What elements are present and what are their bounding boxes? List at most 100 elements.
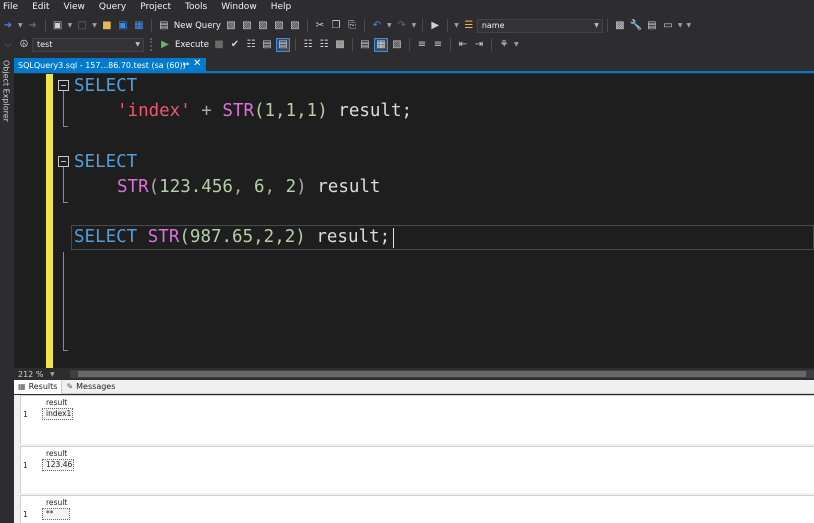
live-query-stats-icon[interactable]: ☷ xyxy=(317,38,331,52)
intellisense-toggle-icon[interactable]: ▤ xyxy=(276,37,290,52)
estimated-plan-icon[interactable]: ☷ xyxy=(244,38,258,52)
chevron-down-icon[interactable]: ▼ xyxy=(135,41,140,48)
undo-dropdown-icon[interactable]: ▼ xyxy=(387,22,392,29)
forward-icon[interactable]: ➜ xyxy=(26,19,40,33)
function-str: STR xyxy=(147,227,180,247)
column-header[interactable]: result xyxy=(46,498,67,507)
tab-results[interactable]: ▦ Results xyxy=(14,379,63,394)
registered-servers-icon[interactable]: ▩ xyxy=(613,19,627,33)
add-item-icon[interactable]: □ xyxy=(75,19,89,33)
properties-wrench-icon[interactable]: 🔧 xyxy=(629,19,643,33)
toolbar-overflow-icon[interactable]: ▼ xyxy=(514,41,519,48)
database-engine-query-icon[interactable]: ▧ xyxy=(224,19,238,33)
object-explorer-tab[interactable]: Object Explorer xyxy=(0,58,12,122)
include-actual-plan-icon[interactable]: ☷ xyxy=(301,38,315,52)
result-grid-2[interactable]: result 1 123.46 xyxy=(20,446,814,493)
zoom-dropdown-icon[interactable]: ▼ xyxy=(50,371,55,378)
result-grid-3[interactable]: result 1 ** xyxy=(20,495,814,523)
results-to-text-icon[interactable]: ▤ xyxy=(358,38,372,52)
tab-messages[interactable]: ✎ Messages xyxy=(62,380,119,394)
toolbar-separator xyxy=(422,19,424,32)
uncomment-lines-icon[interactable]: ≡ xyxy=(431,38,445,52)
collapse-toggle-icon[interactable] xyxy=(58,80,69,91)
close-icon[interactable]: ✕ xyxy=(193,58,201,69)
analysis-xmla-query-icon[interactable]: ▨ xyxy=(272,19,286,33)
solution-config-dropdown-icon[interactable]: ▼ xyxy=(454,22,459,29)
toolbar-separator xyxy=(409,38,410,51)
results-to-grid-icon[interactable]: ▦ xyxy=(374,37,388,52)
analysis-mdx-query-icon[interactable]: ▨ xyxy=(240,19,254,33)
toolbar-overflow-icon[interactable]: ▼ xyxy=(686,22,691,29)
scrollbar-thumb[interactable] xyxy=(78,371,806,377)
function-str: STR xyxy=(117,177,149,197)
specify-template-values-icon[interactable]: ⚘ xyxy=(497,38,511,52)
redo-icon[interactable]: ↷ xyxy=(395,19,409,33)
collapse-toggle-icon[interactable] xyxy=(58,156,69,167)
cut-icon[interactable]: ✂ xyxy=(313,19,327,33)
results-pane: result 1 index1 result 1 123.46 result 1… xyxy=(14,395,814,523)
pin-icon[interactable]: ⚬ xyxy=(181,60,188,69)
window-layout-icon[interactable]: ▭ xyxy=(661,19,675,33)
find-combo[interactable]: name ▼ xyxy=(476,18,603,33)
menu-help[interactable]: Help xyxy=(264,0,299,15)
menu-file[interactable]: File xyxy=(0,0,25,15)
comment-lines-icon[interactable]: ≡ xyxy=(415,38,429,52)
layout-dropdown-icon[interactable]: ▼ xyxy=(678,22,683,29)
result-grid-1[interactable]: result 1 index1 xyxy=(20,395,814,444)
available-databases-combo[interactable]: test ▼ xyxy=(32,37,144,52)
menu-window[interactable]: Window xyxy=(214,0,264,15)
menu-tools[interactable]: Tools xyxy=(178,0,214,15)
results-to-file-icon[interactable]: ▧ xyxy=(390,38,404,52)
toolbar-separator xyxy=(450,38,451,51)
new-query-icon[interactable]: ▤ xyxy=(157,19,171,33)
paste-icon[interactable]: ⎘ xyxy=(345,19,359,33)
menu-project[interactable]: Project xyxy=(133,0,178,15)
function-args: (1,1,1) xyxy=(253,101,328,121)
execute-button[interactable]: Execute xyxy=(175,40,209,50)
new-query-button[interactable]: New Query xyxy=(174,21,221,31)
connect-plug-icon[interactable]: ⌵ xyxy=(1,38,15,52)
sql-editor[interactable]: SELECT 'index' + STR(1,1,1) result; SELE… xyxy=(14,74,814,368)
redo-dropdown-icon[interactable]: ▼ xyxy=(412,22,417,29)
code-line-4: STR(123.456, 6, 2) result xyxy=(117,175,380,199)
find-in-files-icon[interactable]: ☰ xyxy=(462,19,476,33)
result-cell[interactable]: index1 xyxy=(42,408,73,420)
increase-indent-icon[interactable]: ⇥ xyxy=(472,38,486,52)
save-icon[interactable]: ▣ xyxy=(116,19,130,33)
open-file-icon[interactable]: ■ xyxy=(100,19,114,33)
menu-bar: File Edit View Query Project Tools Windo… xyxy=(0,0,814,15)
zoom-level[interactable]: 212 % xyxy=(14,370,44,379)
analysis-dmx-query-icon[interactable]: ▨ xyxy=(256,19,270,33)
menu-view[interactable]: View xyxy=(57,0,92,15)
column-header[interactable]: result xyxy=(46,449,67,458)
copy-icon[interactable]: ❐ xyxy=(329,19,343,33)
change-connection-icon[interactable]: ☮ xyxy=(17,38,31,52)
menu-query[interactable]: Query xyxy=(92,0,133,15)
string-literal: 'index' xyxy=(117,101,191,121)
execute-play-icon[interactable]: ▶ xyxy=(158,38,172,52)
start-debugging-icon[interactable]: ▶ xyxy=(428,19,442,33)
new-project-dropdown-icon[interactable]: ▼ xyxy=(68,22,73,29)
undo-icon[interactable]: ↶ xyxy=(370,19,384,33)
query-options-icon[interactable]: ▤ xyxy=(260,38,274,52)
add-item-dropdown-icon[interactable]: ▼ xyxy=(92,22,97,29)
client-statistics-icon[interactable]: ▩ xyxy=(333,38,347,52)
cancel-query-icon[interactable]: ■ xyxy=(212,38,226,52)
code-line-2: 'index' + STR(1,1,1) result; xyxy=(117,99,412,123)
save-all-icon[interactable]: ▦ xyxy=(132,19,146,33)
parse-checkmark-icon[interactable]: ✔ xyxy=(228,38,242,52)
tab-sqlquery3[interactable]: SQLQuery3.sql - 157...86.70.test (sa (60… xyxy=(14,58,206,72)
back-dropdown-icon[interactable]: ▼ xyxy=(18,22,23,29)
back-icon[interactable]: ➜ xyxy=(1,19,15,33)
new-project-icon[interactable]: ▣ xyxy=(51,19,65,33)
outline-line xyxy=(63,91,64,127)
horizontal-scrollbar[interactable] xyxy=(70,370,814,378)
toolbox-icon[interactable]: ▤ xyxy=(645,19,659,33)
decrease-indent-icon[interactable]: ⇤ xyxy=(456,38,470,52)
menu-edit[interactable]: Edit xyxy=(25,0,56,15)
analysis-dax-query-icon[interactable]: ▨ xyxy=(288,19,302,33)
chevron-down-icon[interactable]: ▼ xyxy=(594,22,599,29)
column-header[interactable]: result xyxy=(46,398,67,407)
result-cell[interactable]: ** xyxy=(42,508,70,520)
result-cell[interactable]: 123.46 xyxy=(42,459,74,471)
